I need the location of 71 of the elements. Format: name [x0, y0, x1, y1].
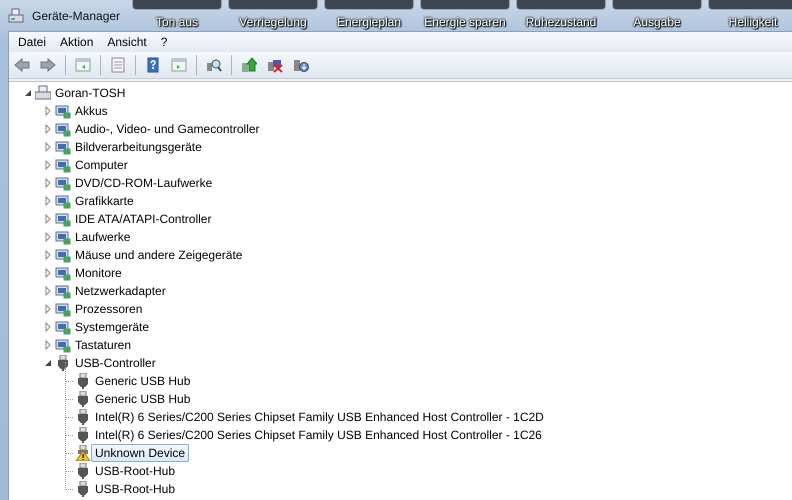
help-icon — [145, 57, 161, 73]
forward-arrow-icon — [40, 57, 56, 73]
action-pane-icon — [171, 57, 187, 73]
device-icon — [55, 121, 71, 137]
tree-item[interactable]: Computer — [71, 156, 132, 174]
window-title: Geräte-Manager — [32, 8, 120, 22]
collapsed-arrow-icon[interactable] — [43, 178, 53, 188]
scan-hardware-icon — [206, 57, 222, 73]
tree-item[interactable]: USB-Controller — [71, 354, 160, 372]
usb-plug-icon — [55, 355, 71, 371]
tree-item[interactable]: Generic USB Hub — [91, 372, 194, 390]
tree-item[interactable]: Grafikkarte — [71, 192, 138, 210]
menu-item[interactable]: Datei — [11, 33, 54, 51]
collapsed-arrow-icon[interactable] — [43, 160, 53, 170]
device-icon — [55, 247, 71, 263]
tree-item[interactable]: Goran-TOSH — [51, 84, 130, 102]
tree-item[interactable]: Bildverarbeitungsgeräte — [71, 138, 206, 156]
back-arrow-icon — [14, 57, 30, 73]
tree-item[interactable]: Intel(R) 6 Series/C200 Series Chipset Family USB Enhanced Host Controller - 1C26 — [91, 426, 546, 444]
device-icon — [55, 211, 71, 227]
uninstall-device-icon — [293, 57, 309, 73]
collapsed-arrow-icon[interactable] — [43, 214, 53, 224]
tree-item[interactable]: Intel(R) 6 Series/C200 Series Chipset Family USB Enhanced Host Controller - 1C2D — [91, 408, 548, 426]
tree-item[interactable]: USB-Root-Hub — [91, 462, 180, 480]
tree-item[interactable]: DVD/CD-ROM-Laufwerke — [71, 174, 216, 192]
tree-item[interactable]: Netzwerkadapter — [71, 282, 170, 300]
disable-device-icon — [267, 57, 283, 73]
menu-item[interactable]: Aktion — [53, 33, 100, 51]
collapsed-arrow-icon[interactable] — [43, 286, 53, 296]
tree-item[interactable]: Tastaturen — [71, 336, 136, 354]
menu-item[interactable]: Ansicht — [100, 33, 154, 51]
collapsed-arrow-icon[interactable] — [43, 268, 53, 278]
device-icon — [55, 265, 71, 281]
device-icon — [55, 157, 71, 173]
device-icon — [55, 193, 71, 209]
collapsed-arrow-icon[interactable] — [43, 124, 53, 134]
collapsed-arrow-icon[interactable] — [43, 322, 53, 332]
computer-icon — [35, 85, 51, 101]
tree-item[interactable]: Monitore — [71, 264, 126, 282]
tree-item[interactable]: Systemgeräte — [71, 318, 154, 336]
collapsed-arrow-icon[interactable] — [43, 250, 53, 260]
tree-item[interactable]: Mäuse und andere Zeigegeräte — [71, 246, 246, 264]
tree-item[interactable]: Laufwerke — [71, 228, 134, 246]
device-icon — [55, 175, 71, 191]
collapsed-arrow-icon[interactable] — [43, 304, 53, 314]
console-tree-icon — [75, 57, 91, 73]
device-icon — [55, 139, 71, 155]
tree-item[interactable]: Unknown Device — [91, 444, 190, 462]
device-icon — [55, 319, 71, 335]
tree-item[interactable]: Generic USB Hub — [91, 390, 194, 408]
collapsed-arrow-icon[interactable] — [43, 142, 53, 152]
expanded-arrow-icon[interactable] — [43, 358, 53, 368]
tree-item[interactable]: Prozessoren — [71, 300, 146, 318]
update-driver-icon — [241, 57, 257, 73]
device-icon — [55, 229, 71, 245]
tree-item[interactable]: USB-Root-Hub — [91, 480, 180, 498]
tree-item[interactable]: Audio-, Video- und Gamecontroller — [71, 120, 264, 138]
properties-sheet-icon — [110, 57, 126, 73]
device-icon — [55, 301, 71, 317]
collapsed-arrow-icon[interactable] — [43, 196, 53, 206]
device-icon — [55, 337, 71, 353]
device-icon — [55, 283, 71, 299]
device-manager-icon — [8, 8, 26, 24]
expanded-arrow-icon[interactable] — [23, 88, 33, 98]
device-icon — [55, 103, 71, 119]
menu-item[interactable]: ? — [154, 33, 174, 51]
collapsed-arrow-icon[interactable] — [43, 340, 53, 350]
collapsed-arrow-icon[interactable] — [43, 106, 53, 116]
tree-item[interactable]: Akkus — [71, 102, 112, 120]
tree-item[interactable]: IDE ATA/ATAPI-Controller — [71, 210, 216, 228]
collapsed-arrow-icon[interactable] — [43, 232, 53, 242]
